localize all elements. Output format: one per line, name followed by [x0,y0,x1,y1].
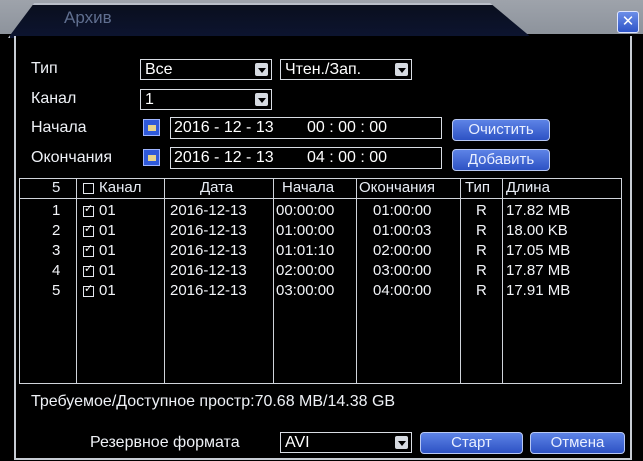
close-button[interactable]: ✕ [617,11,639,33]
row-length[interactable]: 17.82 MB [506,202,570,219]
add-button[interactable]: Добавить [452,149,550,171]
start-button[interactable]: Старт [420,432,523,454]
mode-select[interactable]: Чтен./Зап. [280,59,412,80]
file-table: 5 Канал Дата Начала Окончания Тип Длина … [19,178,622,384]
window-title: Архив [64,8,112,27]
row-number: 5 [52,282,61,299]
row-channel[interactable]: 01 [99,202,116,219]
row-date[interactable]: 2016-12-13 [170,222,247,239]
start-time[interactable]: 00 : 00 : 00 [307,119,387,137]
row-date[interactable]: 2016-12-13 [170,262,247,279]
row-checkbox[interactable] [83,282,94,297]
row-start[interactable]: 00:00:00 [276,202,334,219]
column-divider [460,179,461,383]
archive-window: Архив ✕ Тип Все Чтен./Зап. Канал 1 Начал… [0,0,643,461]
row-number: 3 [52,242,61,259]
row-checkbox[interactable] [83,262,94,277]
type-label: Тип [31,60,58,77]
header-end[interactable]: Окончания [359,179,435,199]
row-type[interactable]: R [476,242,487,259]
clear-button[interactable]: Очистить [452,119,550,141]
end-date[interactable]: 2016 - 12 - 13 [174,149,274,167]
row-length[interactable]: 17.91 MB [506,282,570,299]
calendar-icon[interactable] [143,119,160,136]
column-divider [164,179,165,383]
header-length[interactable]: Длина [506,179,550,199]
mode-select-value: Чтен./Зап. [285,61,362,78]
format-select-value: AVI [285,434,310,451]
row-type[interactable]: R [476,222,487,239]
row-type[interactable]: R [476,262,487,279]
row-start[interactable]: 01:01:10 [276,242,334,259]
row-number: 4 [52,262,61,279]
row-length[interactable]: 18.00 KB [506,222,568,239]
header-date[interactable]: Дата [200,179,233,199]
column-divider [356,179,357,383]
row-end[interactable]: 01:00:00 [373,202,431,219]
row-number: 1 [52,202,61,219]
row-length[interactable]: 17.05 MB [506,242,570,259]
chevron-down-icon [395,63,408,76]
format-label: Резервное формата [90,434,240,451]
row-type[interactable]: R [476,282,487,299]
type-select[interactable]: Все [140,59,272,80]
row-date[interactable]: 2016-12-13 [170,242,247,259]
space-info: Требуемое/Доступное простр:70.68 MB/14.3… [31,393,396,410]
row-date[interactable]: 2016-12-13 [170,202,247,219]
row-checkbox[interactable] [83,202,94,217]
row-start[interactable]: 01:00:00 [276,222,334,239]
row-number: 2 [52,222,61,239]
calendar-icon[interactable] [143,149,160,166]
end-datetime-field[interactable]: 2016 - 12 - 13 04 : 00 : 00 [170,147,442,169]
row-channel[interactable]: 01 [99,282,116,299]
row-channel[interactable]: 01 [99,242,116,259]
title-bar: Архив ✕ [0,0,643,38]
chevron-down-icon [395,436,408,449]
header-type[interactable]: Тип [465,179,490,199]
start-date[interactable]: 2016 - 12 - 13 [174,119,274,137]
row-end[interactable]: 03:00:00 [373,262,431,279]
channel-label: Канал [31,90,77,107]
row-start[interactable]: 03:00:00 [276,282,334,299]
chevron-down-icon [255,63,268,76]
select-all-checkbox[interactable] [83,183,94,194]
row-start[interactable]: 02:00:00 [276,262,334,279]
row-channel[interactable]: 01 [99,262,116,279]
channel-select-value: 1 [145,91,154,108]
column-divider [502,179,503,383]
end-label: Окончания [31,149,113,166]
row-end[interactable]: 01:00:03 [373,222,431,239]
channel-select[interactable]: 1 [140,89,272,110]
row-end[interactable]: 02:00:00 [373,242,431,259]
row-date[interactable]: 2016-12-13 [170,282,247,299]
column-divider [273,179,274,383]
row-checkbox[interactable] [83,222,94,237]
end-time[interactable]: 04 : 00 : 00 [307,149,387,167]
format-select[interactable]: AVI [280,432,412,453]
row-count: 5 [52,179,61,196]
row-channel[interactable]: 01 [99,222,116,239]
header-channel[interactable]: Канал [99,179,141,199]
row-checkbox[interactable] [83,242,94,257]
chevron-down-icon [255,93,268,106]
column-divider [76,179,77,383]
start-datetime-field[interactable]: 2016 - 12 - 13 00 : 00 : 00 [170,117,442,139]
row-length[interactable]: 17.87 MB [506,262,570,279]
start-label: Начала [31,119,87,136]
row-type[interactable]: R [476,202,487,219]
cancel-button[interactable]: Отмена [530,432,625,454]
header-start[interactable]: Начала [282,179,334,199]
row-end[interactable]: 04:00:00 [373,282,431,299]
type-select-value: Все [145,61,173,78]
